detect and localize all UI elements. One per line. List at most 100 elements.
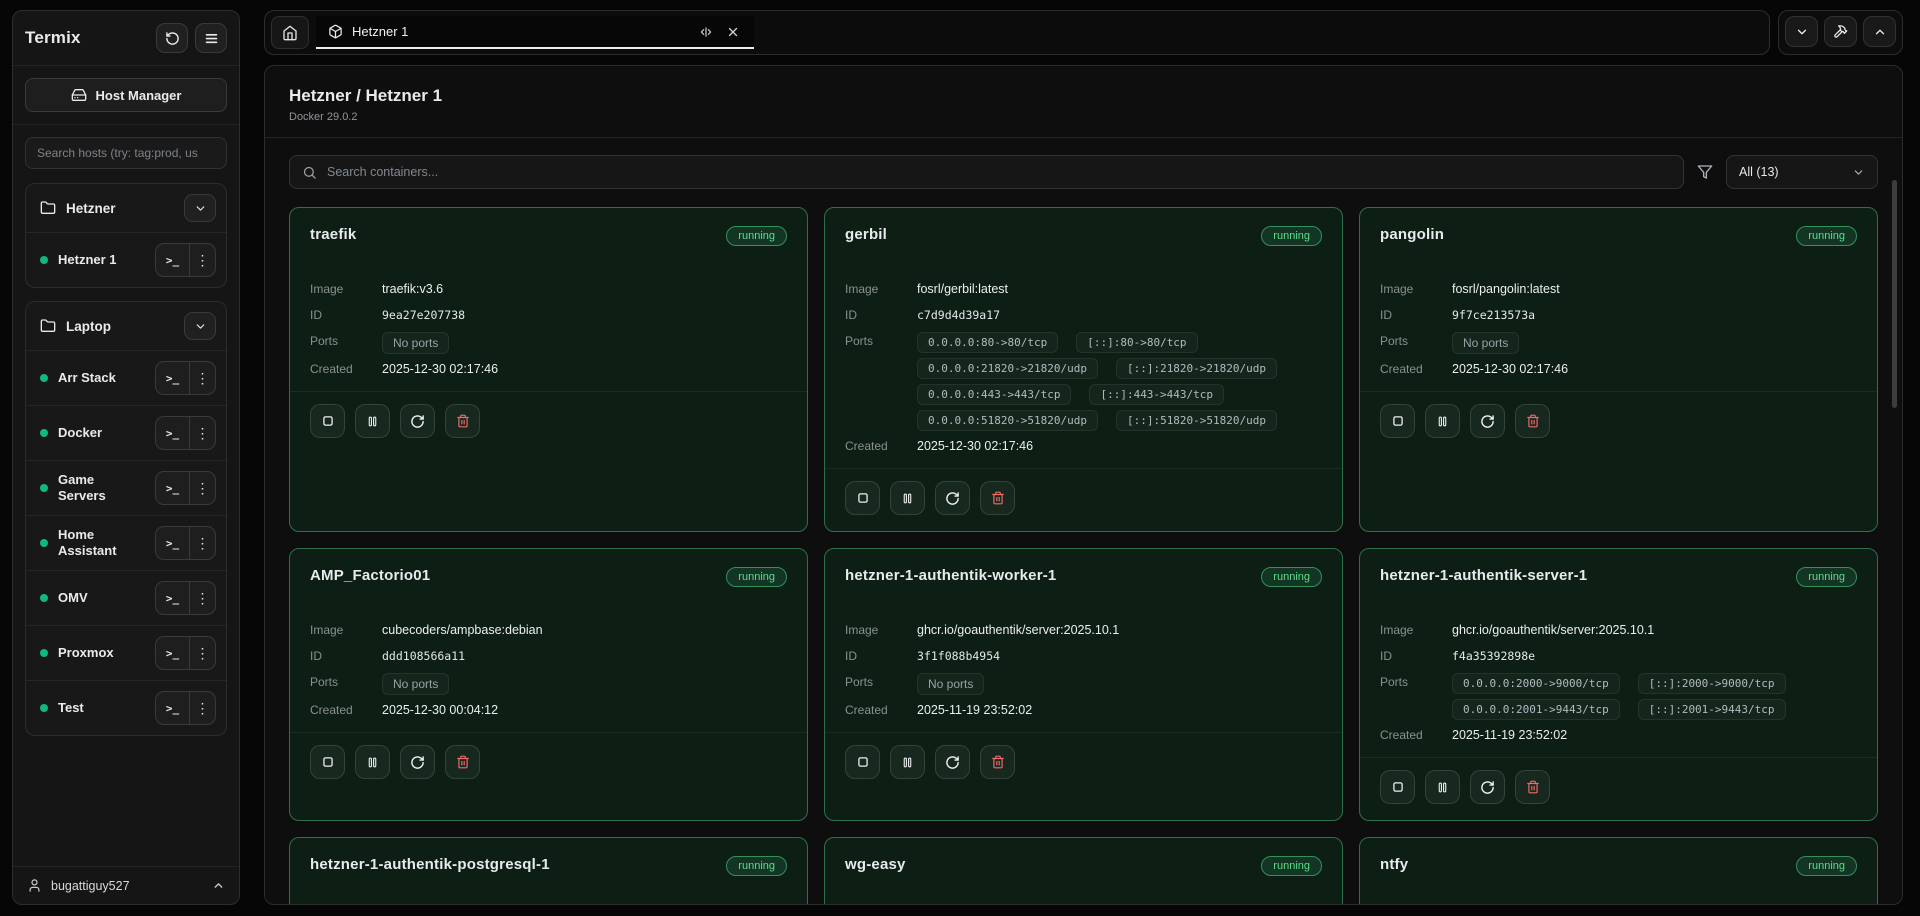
host-terminal-button[interactable]: >_ <box>156 472 189 504</box>
containers-toolbar: All (13) <box>289 155 1878 189</box>
host-group-header[interactable]: Hetzner <box>26 184 226 232</box>
host-menu-button[interactable]: ⋮ <box>189 417 215 449</box>
panel-expand-button[interactable] <box>1863 16 1896 47</box>
restart-icon <box>945 755 960 770</box>
id-label: ID <box>845 306 907 322</box>
sidebar-host-item[interactable]: Home Assistant >_ ⋮ <box>26 515 226 570</box>
pause-container-button[interactable] <box>355 404 390 438</box>
stop-container-button[interactable] <box>845 745 880 779</box>
pause-container-button[interactable] <box>890 745 925 779</box>
container-card-body: Image ghcr.io/goauthentik/server:2025.10… <box>1380 621 1857 804</box>
container-actions <box>310 404 787 438</box>
host-terminal-button[interactable]: >_ <box>156 244 189 276</box>
host-terminal-button[interactable]: >_ <box>156 417 189 449</box>
image-field: Image traefik:v3.6 <box>310 280 787 300</box>
host-terminal-button[interactable]: >_ <box>156 637 189 669</box>
stop-container-button[interactable] <box>310 745 345 779</box>
port-chip: 0.0.0.0:21820->21820/udp <box>917 358 1098 379</box>
host-group-header[interactable]: Laptop <box>26 302 226 350</box>
sidebar-host-item[interactable]: Docker >_ ⋮ <box>26 405 226 460</box>
host-manager-button[interactable]: Host Manager <box>25 78 227 112</box>
container-card-header: traefik running <box>310 226 787 246</box>
host-menu-button[interactable]: ⋮ <box>189 244 215 276</box>
created-value: 2025-12-30 02:17:46 <box>1452 360 1568 376</box>
tools-button[interactable] <box>1824 16 1857 47</box>
sidebar-host-item[interactable]: Hetzner 1 >_ ⋮ <box>26 232 226 287</box>
ports-value: No ports <box>382 332 449 354</box>
vertical-scrollbar[interactable] <box>1892 180 1897 408</box>
host-menu-button[interactable]: ⋮ <box>189 637 215 669</box>
delete-container-button[interactable] <box>1515 404 1550 438</box>
restart-container-button[interactable] <box>400 404 435 438</box>
app-title: Termix <box>25 28 81 48</box>
host-terminal-button[interactable]: >_ <box>156 582 189 614</box>
sidebar-host-item[interactable]: Arr Stack >_ ⋮ <box>26 350 226 405</box>
pause-container-button[interactable] <box>355 745 390 779</box>
host-terminal-button[interactable]: >_ <box>156 362 189 394</box>
sidebar-menu-button[interactable] <box>195 23 227 53</box>
sidebar-host-item[interactable]: Proxmox >_ ⋮ <box>26 625 226 680</box>
host-terminal-button[interactable]: >_ <box>156 527 189 559</box>
port-mapping-row: 0.0.0.0:21820->21820/udp[::]:21820->2182… <box>917 358 1277 379</box>
delete-container-button[interactable] <box>980 745 1015 779</box>
host-online-dot <box>40 649 48 657</box>
container-search-input[interactable] <box>327 165 1671 179</box>
restart-container-button[interactable] <box>935 745 970 779</box>
host-menu-button[interactable]: ⋮ <box>189 472 215 504</box>
container-name: AMP_Factorio01 <box>310 567 430 584</box>
restart-container-button[interactable] <box>935 481 970 515</box>
pause-icon <box>1436 781 1449 794</box>
id-field: ID 3f1f088b4954 <box>845 647 1322 667</box>
sidebar-host-item[interactable]: OMV >_ ⋮ <box>26 570 226 625</box>
ports-value: No ports <box>917 673 984 695</box>
container-id-value: ddd108566a11 <box>382 647 465 663</box>
image-field: Image ghcr.io/goauthentik/server:2025.10… <box>1380 621 1857 641</box>
panel-collapse-button[interactable] <box>1785 16 1818 47</box>
host-menu-button[interactable]: ⋮ <box>189 582 215 614</box>
host-name: Arr Stack <box>58 370 145 386</box>
created-label: Created <box>845 437 907 453</box>
sidebar-user-footer[interactable]: bugattiguy527 <box>13 866 239 904</box>
image-value: ghcr.io/goauthentik/server:2025.10.1 <box>1452 621 1654 637</box>
chevron-down-icon <box>194 202 207 215</box>
port-chip: 0.0.0.0:51820->51820/udp <box>917 410 1098 431</box>
container-box-icon <box>328 24 343 39</box>
home-tab-button[interactable] <box>271 16 309 49</box>
host-menu-button[interactable]: ⋮ <box>189 692 215 724</box>
ports-field: Ports No ports <box>1380 332 1857 354</box>
status-filter-dropdown[interactable]: All (13) <box>1726 155 1878 189</box>
refresh-button[interactable] <box>156 23 188 53</box>
pause-container-button[interactable] <box>1425 404 1460 438</box>
stop-container-button[interactable] <box>310 404 345 438</box>
host-terminal-button[interactable]: >_ <box>156 692 189 724</box>
stop-container-button[interactable] <box>845 481 880 515</box>
restart-container-button[interactable] <box>400 745 435 779</box>
container-search-box[interactable] <box>289 155 1684 189</box>
sidebar-host-item[interactable]: Game Servers >_ ⋮ <box>26 460 226 515</box>
pause-container-button[interactable] <box>1425 770 1460 804</box>
group-collapse-button[interactable] <box>184 312 216 340</box>
delete-container-button[interactable] <box>1515 770 1550 804</box>
group-collapse-button[interactable] <box>184 194 216 222</box>
stop-container-button[interactable] <box>1380 770 1415 804</box>
host-search-input[interactable] <box>25 137 227 169</box>
host-menu-button[interactable]: ⋮ <box>189 527 215 559</box>
stop-container-button[interactable] <box>1380 404 1415 438</box>
delete-container-button[interactable] <box>980 481 1015 515</box>
chevron-up-icon <box>1873 25 1887 39</box>
pause-icon <box>366 415 379 428</box>
restart-container-button[interactable] <box>1470 404 1505 438</box>
id-label: ID <box>845 647 907 663</box>
sidebar-host-item[interactable]: Test >_ ⋮ <box>26 680 226 735</box>
delete-container-button[interactable] <box>445 745 480 779</box>
container-card: traefik running Image traefik:v3.6 ID 9e… <box>289 207 808 532</box>
host-menu-button[interactable]: ⋮ <box>189 362 215 394</box>
close-tab-button[interactable] <box>724 23 742 41</box>
card-divider <box>825 732 1342 733</box>
container-card-body: Image fosrl/pangolin:latest ID 9f7ce2135… <box>1380 280 1857 438</box>
pause-container-button[interactable] <box>890 481 925 515</box>
tab-hetzner-1[interactable]: Hetzner 1 <box>316 16 754 49</box>
restart-container-button[interactable] <box>1470 770 1505 804</box>
split-view-button[interactable] <box>697 23 715 41</box>
delete-container-button[interactable] <box>445 404 480 438</box>
